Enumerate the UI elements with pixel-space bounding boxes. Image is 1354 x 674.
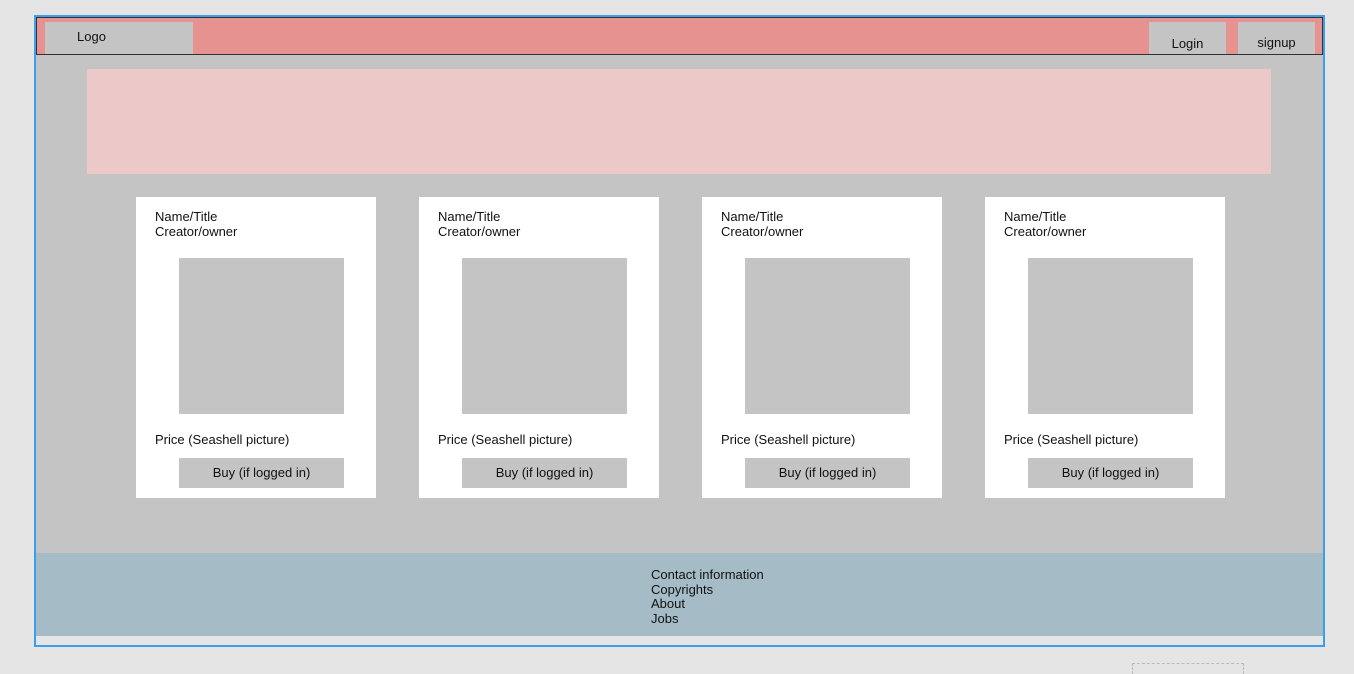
- card-title: Name/Title: [721, 209, 784, 224]
- card-creator: Creator/owner: [1004, 224, 1087, 239]
- footer-link-jobs[interactable]: Jobs: [651, 611, 764, 627]
- card-price: Price (Seashell picture): [721, 432, 856, 447]
- product-card: Name/Title Creator/owner Price (Seashell…: [985, 197, 1225, 498]
- hero-banner: [87, 69, 1271, 174]
- product-card: Name/Title Creator/owner Price (Seashell…: [702, 197, 942, 498]
- card-creator: Creator/owner: [155, 224, 238, 239]
- footer-link-contact[interactable]: Contact information: [651, 567, 764, 583]
- card-image-placeholder: [745, 258, 910, 414]
- card-title: Name/Title: [155, 209, 218, 224]
- footer-link-copyrights[interactable]: Copyrights: [651, 582, 764, 598]
- card-price: Price (Seashell picture): [155, 432, 290, 447]
- card-image-placeholder: [462, 258, 627, 414]
- card-title: Name/Title: [1004, 209, 1067, 224]
- app-frame: Logo Login signup Name/Title Creator/own…: [34, 15, 1325, 647]
- selection-outline: [1132, 663, 1244, 674]
- buy-button[interactable]: Buy (if logged in): [745, 458, 910, 488]
- login-button[interactable]: Login: [1149, 22, 1226, 54]
- buy-button[interactable]: Buy (if logged in): [462, 458, 627, 488]
- footer-links: Contact information Copyrights About Job…: [651, 567, 764, 627]
- buy-button[interactable]: Buy (if logged in): [179, 458, 344, 488]
- footer-link-about[interactable]: About: [651, 597, 764, 612]
- card-creator: Creator/owner: [438, 224, 521, 239]
- logo[interactable]: Logo: [45, 22, 193, 54]
- card-image-placeholder: [1028, 258, 1193, 414]
- card-creator: Creator/owner: [721, 224, 804, 239]
- product-card: Name/Title Creator/owner Price (Seashell…: [136, 197, 376, 498]
- footer: Contact information Copyrights About Job…: [36, 553, 1323, 636]
- signup-button[interactable]: signup: [1238, 22, 1315, 54]
- top-nav-bar: Logo Login signup: [36, 17, 1323, 55]
- card-title: Name/Title: [438, 209, 501, 224]
- footer-bottom-strip: [36, 636, 1323, 645]
- card-price: Price (Seashell picture): [438, 432, 573, 447]
- card-price: Price (Seashell picture): [1004, 432, 1139, 447]
- card-image-placeholder: [179, 258, 344, 414]
- buy-button[interactable]: Buy (if logged in): [1028, 458, 1193, 488]
- product-card: Name/Title Creator/owner Price (Seashell…: [419, 197, 659, 498]
